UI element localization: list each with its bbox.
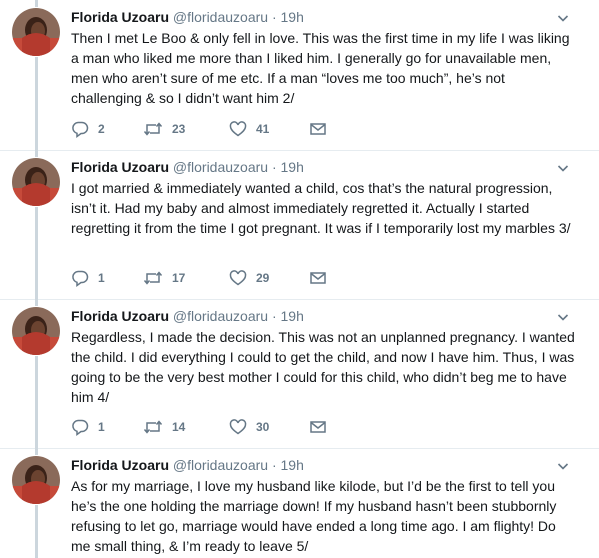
thread-connector — [35, 207, 38, 299]
chevron-down-icon[interactable] — [557, 11, 569, 23]
reply-icon — [71, 120, 89, 138]
tweet-thread: Florida Uzoaru @floridauzoaru · 19h Then… — [0, 0, 599, 558]
thread-connector — [35, 0, 38, 7]
author-name[interactable]: Florida Uzoaru — [71, 9, 169, 25]
separator-dot: · — [271, 159, 277, 175]
author-handle[interactable]: @floridauzoaru — [173, 9, 268, 25]
retweet-count: 23 — [172, 122, 186, 136]
tweet-header: Florida Uzoaru @floridauzoaru · 19h — [71, 8, 304, 26]
tweet-text: Then I met Le Boo & only fell in love. T… — [71, 30, 570, 106]
separator-dot: · — [271, 9, 277, 25]
reply-icon — [71, 269, 89, 287]
reply-button[interactable]: 1 — [71, 269, 105, 287]
tweet[interactable]: Florida Uzoaru @floridauzoaru · 19h I go… — [0, 150, 599, 299]
author-handle[interactable]: @floridauzoaru — [173, 308, 268, 324]
timestamp[interactable]: 19h — [281, 457, 304, 473]
like-count: 30 — [256, 420, 270, 434]
direct-message-button[interactable] — [309, 418, 327, 436]
reply-count: 1 — [98, 420, 105, 434]
thread-connector — [35, 356, 38, 448]
timestamp[interactable]: 19h — [281, 159, 304, 175]
reply-button[interactable]: 1 — [71, 418, 105, 436]
retweet-button[interactable]: 17 — [143, 269, 185, 287]
chevron-down-icon[interactable] — [557, 459, 569, 471]
tweet-text: As for my marriage, I love my husband li… — [71, 478, 557, 554]
tweet[interactable]: Florida Uzoaru @floridauzoaru · 19h Then… — [0, 0, 599, 150]
retweet-count: 14 — [172, 420, 186, 434]
direct-message-icon — [309, 418, 327, 436]
separator-dot: · — [271, 308, 277, 324]
retweet-button[interactable]: 14 — [143, 418, 185, 436]
author-handle[interactable]: @floridauzoaru — [173, 457, 268, 473]
reply-icon — [71, 418, 89, 436]
avatar[interactable] — [12, 307, 60, 355]
author-handle[interactable]: @floridauzoaru — [173, 159, 268, 175]
avatar[interactable] — [12, 158, 60, 206]
tweet-header: Florida Uzoaru @floridauzoaru · 19h — [71, 456, 304, 474]
direct-message-icon — [309, 269, 327, 287]
like-count: 29 — [256, 271, 270, 285]
thread-connector — [35, 57, 38, 150]
retweet-button[interactable]: 23 — [143, 120, 185, 138]
author-name[interactable]: Florida Uzoaru — [71, 457, 169, 473]
retweet-icon — [143, 120, 163, 138]
thread-connector — [35, 299, 38, 306]
reply-button[interactable]: 2 — [71, 120, 105, 138]
timestamp[interactable]: 19h — [281, 308, 304, 324]
chevron-down-icon[interactable] — [557, 310, 569, 322]
timestamp[interactable]: 19h — [281, 9, 304, 25]
like-button[interactable]: 30 — [229, 418, 269, 436]
separator-dot: · — [271, 457, 277, 473]
heart-icon — [229, 418, 247, 436]
thread-connector — [35, 448, 38, 455]
tweet-header: Florida Uzoaru @floridauzoaru · 19h — [71, 158, 304, 176]
heart-icon — [229, 120, 247, 138]
retweet-icon — [143, 269, 163, 287]
retweet-icon — [143, 418, 163, 436]
like-count: 41 — [256, 122, 270, 136]
direct-message-button[interactable] — [309, 120, 327, 138]
thread-connector — [35, 505, 38, 558]
reply-count: 2 — [98, 122, 105, 136]
reply-count: 1 — [98, 271, 105, 285]
retweet-count: 17 — [172, 271, 186, 285]
tweet-text: I got married & immediately wanted a chi… — [71, 180, 571, 236]
thread-connector — [35, 150, 38, 157]
author-name[interactable]: Florida Uzoaru — [71, 159, 169, 175]
tweet-header: Florida Uzoaru @floridauzoaru · 19h — [71, 307, 304, 325]
direct-message-icon — [309, 120, 327, 138]
direct-message-button[interactable] — [309, 269, 327, 287]
tweet-text: Regardless, I made the decision. This wa… — [71, 329, 575, 405]
author-name[interactable]: Florida Uzoaru — [71, 308, 169, 324]
tweet[interactable]: Florida Uzoaru @floridauzoaru · 19h Rega… — [0, 299, 599, 448]
like-button[interactable]: 29 — [229, 269, 269, 287]
tweet[interactable]: Florida Uzoaru @floridauzoaru · 19h As f… — [0, 448, 599, 558]
avatar[interactable] — [12, 8, 60, 56]
avatar[interactable] — [12, 456, 60, 504]
chevron-down-icon[interactable] — [557, 161, 569, 173]
heart-icon — [229, 269, 247, 287]
like-button[interactable]: 41 — [229, 120, 269, 138]
